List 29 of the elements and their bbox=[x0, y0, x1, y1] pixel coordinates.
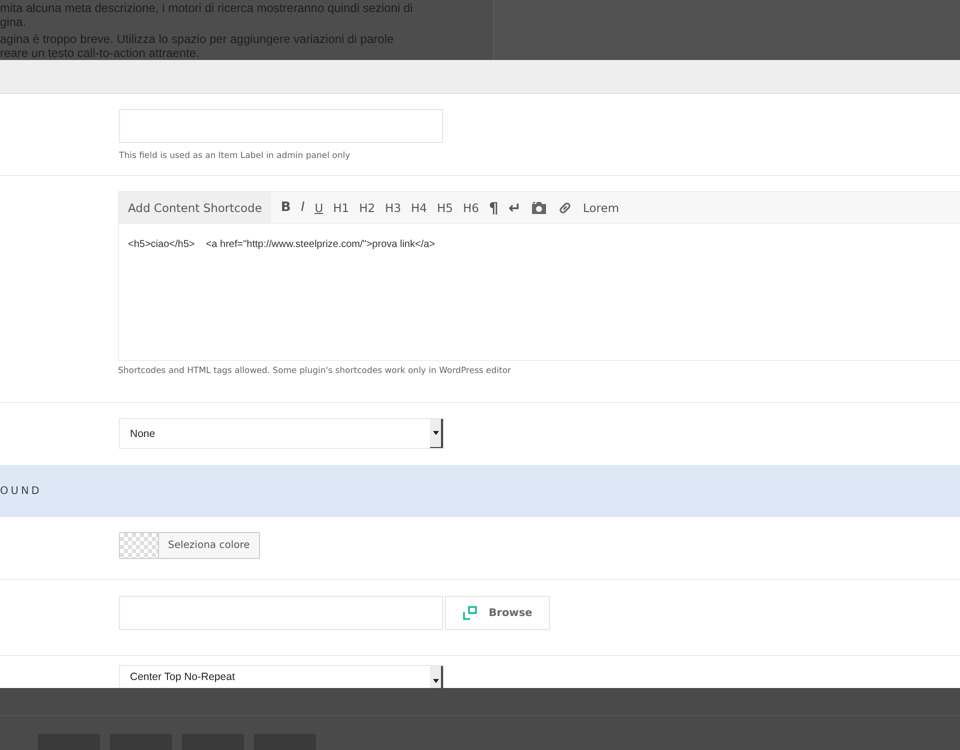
help-text: Shortcodes and HTML tags allowed. Some plugin's shortcodes work only in WordPress editor bbox=[118, 366, 512, 376]
toolbar-button[interactable]: H6 bbox=[458, 200, 483, 214]
select-dropdown[interactable]: None bbox=[119, 418, 444, 449]
camera-icon[interactable] bbox=[531, 200, 548, 214]
add-shortcode-button[interactable]: Add Content Shortcode bbox=[119, 192, 271, 223]
image-url-field[interactable] bbox=[119, 596, 443, 630]
toolbar-button[interactable]: Lorem bbox=[579, 200, 624, 214]
toolbar-button[interactable]: H2 bbox=[355, 200, 380, 214]
transparent-swatch-icon bbox=[120, 533, 159, 558]
dropdown-arrow-icon bbox=[432, 431, 438, 435]
toolbar-button[interactable]: ↵ bbox=[504, 198, 526, 216]
color-picker-button[interactable]: Seleziona colore bbox=[119, 532, 260, 559]
toolbar-button[interactable]: ¶ bbox=[484, 198, 502, 216]
dropdown-arrow-icon bbox=[432, 678, 438, 682]
editor-content: <h5>ciao</h5> <a href="http://www.steelprize.com/">prova link</a> bbox=[128, 239, 436, 250]
toolbar-button[interactable]: H1 bbox=[329, 200, 354, 214]
link-icon[interactable] bbox=[557, 200, 574, 216]
underline-button[interactable]: U bbox=[310, 200, 328, 214]
help-text: This field is used as an Item Label in admin panel only bbox=[119, 151, 352, 161]
copy-squares-icon bbox=[462, 606, 477, 620]
bold-button[interactable]: B bbox=[276, 200, 295, 215]
toolbar-button[interactable]: H3 bbox=[381, 200, 406, 214]
section-title: OUND bbox=[0, 485, 42, 497]
editor-textarea[interactable]: <h5>ciao</h5> <a href="http://www.steelprize.com/">prova link</a> bbox=[118, 223, 960, 361]
browse-button[interactable]: Browse bbox=[445, 596, 550, 630]
toolbar-button[interactable]: H4 bbox=[407, 200, 431, 214]
item-label-field[interactable] bbox=[119, 109, 443, 143]
italic-button[interactable]: I bbox=[296, 200, 309, 215]
toolbar-button[interactable]: H5 bbox=[432, 200, 457, 214]
